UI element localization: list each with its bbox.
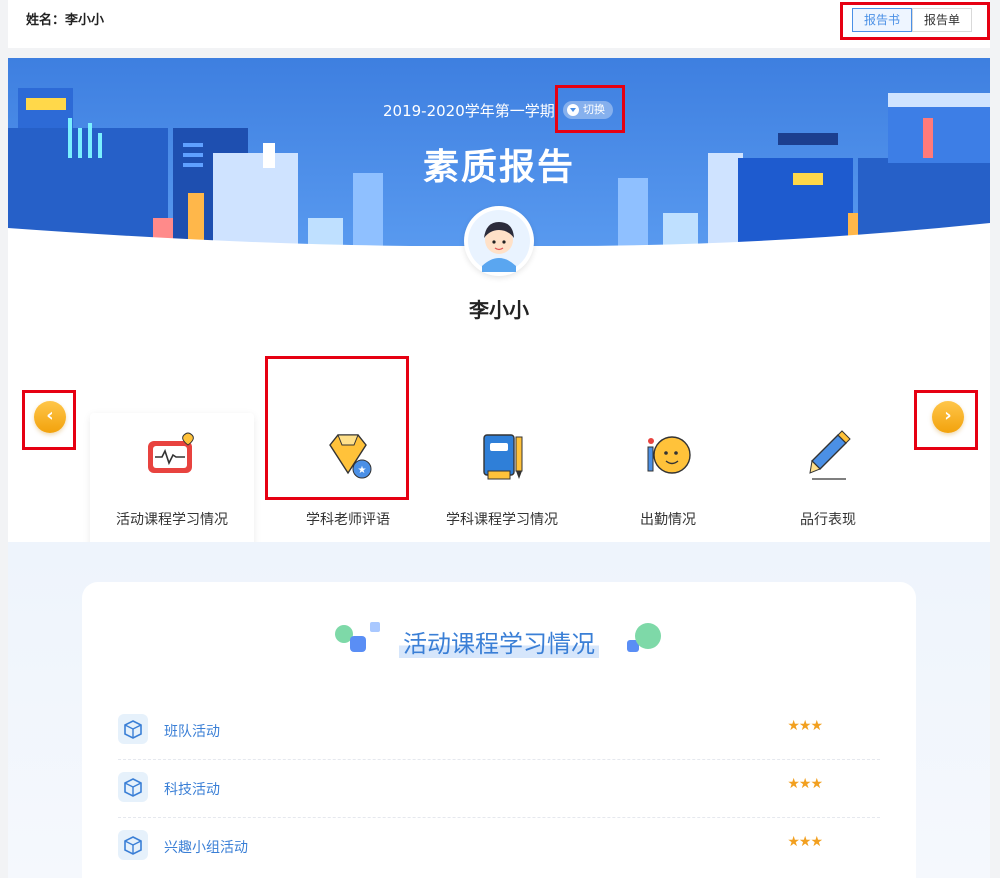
content-section: 活动课程学习情况 班队活动 ★★★ 科技活动 ★★★ 兴趣小组活动 ★★★: [8, 542, 990, 878]
next-arrow-button[interactable]: ›: [932, 401, 964, 433]
student-name-label: 姓名：李小小: [26, 13, 105, 28]
diamond-badge-icon: ★: [329, 434, 372, 479]
report-book-button[interactable]: 报告书: [852, 8, 912, 32]
svg-text:★: ★: [358, 465, 367, 476]
section-title: 活动课程学习情况: [82, 624, 916, 659]
star-rating: ★★★: [787, 776, 823, 792]
star-rating: ★★★: [787, 718, 823, 734]
tab-attendance[interactable]: 出勤情况: [586, 413, 750, 542]
row-label: 兴趣小组活动: [164, 840, 248, 856]
pen-signature-icon: [809, 430, 851, 480]
boy-avatar-icon: [468, 210, 530, 272]
cube-icon: [118, 772, 148, 802]
tab-label: 品行表现: [800, 512, 856, 528]
tab-subject-course[interactable]: 学科课程学习情况: [420, 413, 584, 542]
tab-label: 学科老师评语: [306, 512, 390, 528]
row-label: 科技活动: [164, 782, 220, 798]
switch-label: 切换: [583, 103, 605, 116]
chevron-down-icon: [567, 104, 579, 116]
tab-teacher-comments[interactable]: ★ 学科老师评语: [266, 413, 430, 542]
report-card: 2019-2020学年第一学期 切换 素质报告 李小小 ‹ › 活动课程学习情况…: [8, 58, 990, 542]
list-item: 兴趣小组活动 ★★★: [118, 818, 880, 876]
list-item: 科技活动 ★★★: [118, 760, 880, 818]
page-title: 素质报告: [422, 147, 575, 188]
cube-icon: [118, 714, 148, 744]
tab-activity-course[interactable]: 活动课程学习情况: [90, 413, 254, 542]
student-name: 李小小: [469, 298, 529, 322]
report-type-toggle: 报告书 报告单: [852, 8, 972, 32]
term-label: 2019-2020学年第一学期: [383, 102, 555, 120]
tab-label: 学科课程学习情况: [446, 512, 558, 528]
row-label: 班队活动: [164, 724, 220, 740]
report-sheet-button[interactable]: 报告单: [912, 8, 972, 32]
tab-conduct[interactable]: 品行表现: [746, 413, 910, 542]
list-item: 班队活动 ★★★: [118, 702, 880, 760]
top-bar: 姓名：李小小 报告书 报告单: [8, 0, 990, 48]
tab-label: 活动课程学习情况: [116, 512, 228, 528]
avatar: [464, 206, 534, 276]
activity-course-panel: 活动课程学习情况 班队活动 ★★★ 科技活动 ★★★ 兴趣小组活动 ★★★: [82, 582, 916, 878]
cube-icon: [118, 830, 148, 860]
attendance-face-icon: [647, 436, 691, 474]
tab-label: 出勤情况: [640, 512, 696, 528]
star-rating: ★★★: [787, 834, 823, 850]
prev-arrow-button[interactable]: ‹: [34, 401, 66, 433]
notebook-pencil-icon: [483, 434, 523, 480]
term-switch-button[interactable]: 切换: [563, 101, 613, 119]
heart-monitor-icon: [148, 432, 194, 473]
